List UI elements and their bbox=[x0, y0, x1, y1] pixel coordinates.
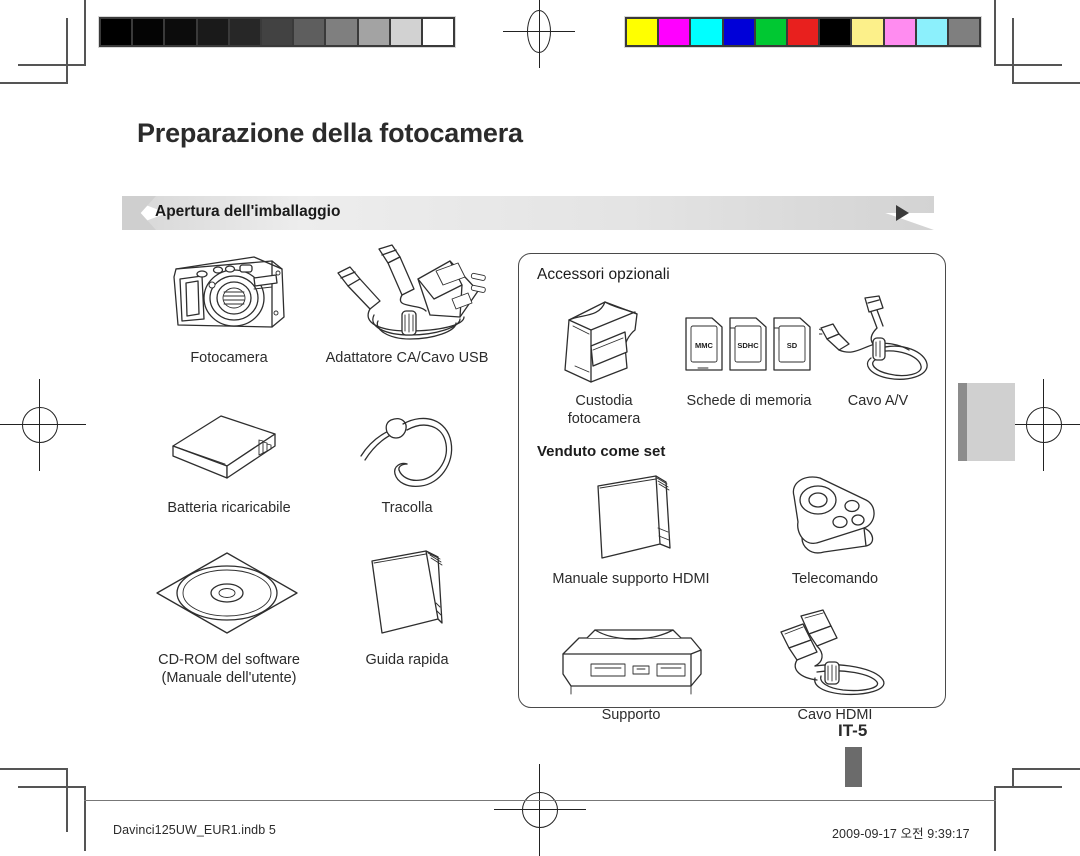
package-item-label: Fotocamera bbox=[190, 350, 268, 366]
page-number-bar bbox=[845, 747, 862, 787]
play-triangle-icon bbox=[896, 205, 909, 221]
page-number: IT-5 bbox=[838, 721, 868, 740]
color-swatch-7 bbox=[852, 19, 883, 45]
set-item-hdmi-cable: Cavo HDMI bbox=[733, 602, 937, 724]
grayscale-swatch-6 bbox=[294, 19, 325, 45]
color-control-strip bbox=[624, 16, 982, 48]
section-header-chevron bbox=[122, 196, 156, 230]
grayscale-swatch-7 bbox=[326, 19, 357, 45]
set-item-label: Cavo HDMI bbox=[797, 707, 873, 723]
section-header-bar: Apertura dell'imballaggio bbox=[122, 196, 934, 230]
set-item-remote: Telecomando bbox=[733, 466, 937, 588]
sold-as-set-grid: Manuale supporto HDMI Telecomando Suppor… bbox=[529, 466, 937, 724]
color-swatch-6 bbox=[820, 19, 851, 45]
case-label-line1: Custodia bbox=[575, 393, 633, 409]
color-swatch-1 bbox=[659, 19, 690, 45]
set-item-cradle: Supporto bbox=[529, 602, 733, 724]
package-row-2: Batteria ricaricabile Tracolla bbox=[140, 393, 510, 517]
optional-item-label: Schede di memoria bbox=[686, 393, 812, 409]
optional-accessories-title: Accessori opzionali bbox=[537, 266, 670, 283]
camera-icon bbox=[140, 243, 318, 343]
package-contents-grid: Fotocamera Adattatore CA/Cavo USB Batter… bbox=[140, 243, 510, 687]
grayscale-swatch-2 bbox=[165, 19, 196, 45]
optional-accessories-box: Accessori opzionali Custodia fotocamera … bbox=[518, 253, 946, 723]
battery-icon bbox=[140, 393, 318, 493]
package-item-label: Batteria ricaricabile bbox=[167, 500, 291, 516]
optional-item-label: Cavo A/V bbox=[847, 393, 909, 409]
set-item-hdmi-manual: Manuale supporto HDMI bbox=[529, 466, 733, 588]
footer-timestamp: 2009-09-17 오전 9:39:17 bbox=[832, 827, 970, 841]
grayscale-swatch-9 bbox=[390, 19, 421, 45]
hdmi-cradle-manual-icon bbox=[529, 466, 733, 564]
svg-text:SD: SD bbox=[787, 341, 798, 350]
optional-item-label: Custodia fotocamera bbox=[529, 392, 679, 428]
svg-text:MMC: MMC bbox=[695, 341, 713, 350]
language-tab-block bbox=[958, 383, 1015, 461]
page-title: Preparazione della fotocamera bbox=[137, 118, 523, 148]
optional-item-case: Custodia fotocamera bbox=[529, 294, 679, 428]
package-item-label: Guida rapida bbox=[365, 652, 449, 668]
color-swatch-3 bbox=[723, 19, 754, 45]
registration-mark-bottom bbox=[494, 764, 586, 856]
set-row-1: Manuale supporto HDMI Telecomando bbox=[529, 466, 937, 588]
set-item-label: Supporto bbox=[601, 707, 661, 723]
package-item-ac-adapter: Adattatore CA/Cavo USB bbox=[318, 243, 496, 367]
hdmi-cable-icon bbox=[733, 602, 937, 700]
grayscale-swatch-3 bbox=[197, 19, 228, 45]
optional-item-av-cable: Cavo A/V bbox=[819, 294, 937, 428]
package-item-strap: Tracolla bbox=[318, 393, 496, 517]
optional-item-memory-cards: MMC SDHC SD Schede di memoria bbox=[679, 294, 819, 428]
case-label-line2: fotocamera bbox=[567, 411, 641, 427]
optional-accessories-row: Custodia fotocamera MMC SDHC SD Schede d… bbox=[529, 294, 937, 428]
color-swatch-4 bbox=[755, 19, 786, 45]
registration-mark-left bbox=[0, 379, 86, 471]
package-row-3: CD-ROM del software (Manuale dell'utente… bbox=[140, 545, 510, 687]
registration-mark-right bbox=[998, 379, 1080, 471]
memory-cards-icon: MMC SDHC SD bbox=[679, 294, 819, 386]
svg-text:SDHC: SDHC bbox=[737, 341, 759, 350]
color-swatch-10 bbox=[948, 19, 980, 45]
footer-filename: Davinci125UW_EUR1.indb 5 bbox=[113, 823, 276, 837]
color-swatch-0 bbox=[627, 19, 658, 45]
av-cable-icon bbox=[819, 294, 937, 386]
sold-as-set-title: Venduto come set bbox=[537, 443, 666, 460]
cd-rom-icon bbox=[140, 545, 318, 645]
cdrom-label-line2: (Manuale dell'utente) bbox=[161, 670, 297, 686]
grayscale-swatch-1 bbox=[133, 19, 164, 45]
grayscale-swatch-10 bbox=[422, 19, 454, 45]
grayscale-swatch-0 bbox=[101, 19, 132, 45]
cradle-dock-icon bbox=[529, 602, 733, 700]
section-heading-label: Apertura dell'imballaggio bbox=[155, 203, 341, 220]
grayscale-step-wedge bbox=[98, 16, 456, 48]
print-page: Preparazione della fotocamera Apertura d… bbox=[0, 0, 1080, 856]
ac-adapter-usb-cable-icon bbox=[318, 243, 496, 343]
wrist-strap-icon bbox=[318, 393, 496, 493]
package-item-label: CD-ROM del software (Manuale dell'utente… bbox=[140, 651, 318, 687]
grayscale-swatch-5 bbox=[261, 19, 293, 45]
set-item-label: Telecomando bbox=[791, 571, 879, 587]
cdrom-label-line1: CD-ROM del software bbox=[158, 652, 300, 668]
package-item-camera: Fotocamera bbox=[140, 243, 318, 367]
set-item-label: Manuale supporto HDMI bbox=[552, 571, 710, 587]
remote-control-icon bbox=[733, 466, 937, 564]
quick-guide-booklet-icon bbox=[318, 545, 496, 645]
package-item-cdrom: CD-ROM del software (Manuale dell'utente… bbox=[140, 545, 318, 687]
camera-case-icon bbox=[529, 294, 679, 386]
footer-rule bbox=[84, 800, 996, 801]
package-item-label: Adattatore CA/Cavo USB bbox=[325, 350, 489, 366]
color-swatch-5 bbox=[787, 19, 819, 45]
color-swatch-2 bbox=[691, 19, 722, 45]
color-swatch-8 bbox=[884, 19, 915, 45]
grayscale-swatch-4 bbox=[229, 19, 260, 45]
grayscale-swatch-8 bbox=[358, 19, 389, 45]
color-swatch-9 bbox=[916, 19, 947, 45]
package-item-battery: Batteria ricaricabile bbox=[140, 393, 318, 517]
language-tab-edge bbox=[958, 383, 967, 461]
package-item-quickguide: Guida rapida bbox=[318, 545, 496, 687]
set-row-2: Supporto Cavo HDMI bbox=[529, 602, 937, 724]
package-item-label: Tracolla bbox=[381, 500, 433, 516]
package-row-1: Fotocamera Adattatore CA/Cavo USB bbox=[140, 243, 510, 367]
